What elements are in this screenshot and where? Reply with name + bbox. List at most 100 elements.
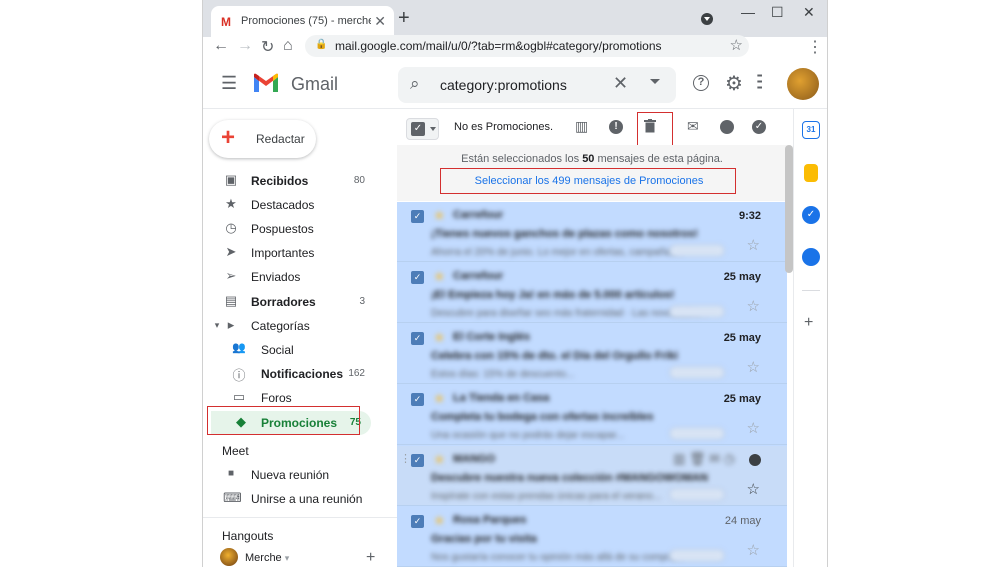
- compose-button[interactable]: + Redactar: [209, 120, 316, 158]
- action-toolbar: ✓ No es Promociones. ▥ ! ✉ ✓: [397, 109, 793, 146]
- gmail-logo-icon[interactable]: [253, 73, 279, 93]
- snooze-icon[interactable]: [749, 454, 761, 466]
- star-icon[interactable]: ★: [433, 390, 446, 407]
- bookmark-star-icon[interactable]: ☆: [730, 36, 743, 54]
- star-outline-icon[interactable]: ☆: [747, 236, 760, 254]
- gmail-header: ☰ Gmail ⌕ category:promotions ✕ ? ⚙ ⬝⬝⬝ ⬝…: [203, 59, 827, 109]
- nav-item-enviados[interactable]: ➢ Enviados: [203, 265, 387, 289]
- row-checkbox[interactable]: ✓: [411, 332, 424, 345]
- email-row[interactable]: ✓ ★ Carrefour ¡Tienes nuevos ganchos de …: [397, 202, 787, 262]
- minimize-button[interactable]: —: [741, 4, 755, 20]
- star-outline-icon[interactable]: ☆: [747, 358, 760, 376]
- select-all-conversations-link[interactable]: Seleccionar los 499 mensajes de Promocio…: [440, 168, 736, 194]
- row-checkbox[interactable]: ✓: [411, 515, 424, 528]
- nav-item-destacados[interactable]: ★ Destacados: [203, 193, 387, 217]
- hangouts-add-icon[interactable]: +: [366, 549, 375, 567]
- nav-item-categorias[interactable]: ▾ ▸ Categorías: [203, 314, 387, 338]
- select-dropdown-icon[interactable]: [430, 127, 436, 131]
- nav-label: Borradores: [251, 295, 316, 309]
- row-checkbox[interactable]: ✓: [411, 210, 424, 223]
- address-bar[interactable]: 🔒 mail.google.com/mail/u/0/?tab=rm&ogbl#…: [305, 35, 749, 57]
- email-date: 9:32: [738, 210, 761, 222]
- email-row-hovered[interactable]: ⋮⋮ ✓ ★ MANGO Descubre nuestra nueva cole…: [397, 446, 787, 506]
- close-window-button[interactable]: ✕: [803, 4, 815, 21]
- main-menu-icon[interactable]: ☰: [221, 73, 237, 94]
- promo-chip: [669, 427, 725, 440]
- keep-icon[interactable]: [804, 164, 818, 182]
- search-input[interactable]: category:promotions: [440, 77, 567, 93]
- nav-item-social[interactable]: 👥 Social: [203, 338, 387, 362]
- nav-item-importantes[interactable]: ➤ Importantes: [203, 241, 387, 265]
- settings-icon[interactable]: ⚙: [725, 71, 743, 96]
- caret-down-icon[interactable]: ▾: [285, 553, 290, 563]
- scrollbar-thumb[interactable]: [785, 145, 793, 273]
- row-checkbox[interactable]: ✓: [411, 271, 424, 284]
- browser-menu-icon[interactable]: ⋮: [807, 37, 823, 57]
- side-panel: 31 ✓ +: [793, 109, 827, 567]
- star-icon[interactable]: ★: [433, 268, 446, 285]
- row-hover-actions[interactable]: ▥ 🗑 ✉ ◷: [673, 451, 735, 467]
- not-promotions-button[interactable]: No es Promociones.: [454, 121, 553, 133]
- home-button[interactable]: ⌂: [283, 37, 293, 55]
- snooze-icon[interactable]: [720, 120, 734, 134]
- clear-search-icon[interactable]: ✕: [613, 73, 628, 94]
- email-row[interactable]: ✓ ★ Rosa Parques Gracias por tu visita N…: [397, 507, 787, 567]
- new-tab-button[interactable]: +: [398, 7, 410, 30]
- nav-label: Pospuestos: [251, 222, 314, 236]
- apps-grid-icon[interactable]: ⬝⬝⬝ ⬝⬝⬝ ⬝⬝⬝: [757, 71, 771, 92]
- get-addons-icon[interactable]: +: [804, 314, 813, 332]
- star-outline-icon[interactable]: ☆: [747, 480, 760, 498]
- star-outline-icon[interactable]: ☆: [747, 419, 760, 437]
- email-row[interactable]: ✓ ★ El Corte Inglés Celebra con 15% de d…: [397, 324, 787, 384]
- meet-label: Nueva reunión: [251, 468, 330, 482]
- nav-item-notificaciones[interactable]: ⓘ Notificaciones 162: [203, 362, 387, 386]
- hangouts-user-avatar[interactable]: [220, 548, 238, 566]
- gmail-wordmark[interactable]: Gmail: [291, 74, 338, 95]
- gmail-favicon-icon: M: [221, 15, 231, 29]
- row-checkbox[interactable]: ✓: [411, 393, 424, 406]
- tasks-icon[interactable]: ✓: [802, 206, 820, 224]
- url-text: mail.google.com/mail/u/0/?tab=rm&ogbl#ca…: [335, 39, 662, 53]
- select-all-checkbox[interactable]: ✓: [406, 118, 439, 140]
- maximize-button[interactable]: ☐: [771, 4, 784, 21]
- tab-search-icon[interactable]: [701, 13, 713, 25]
- nav-item-recibidos[interactable]: ▣ Recibidos 80: [203, 169, 387, 193]
- videocam-icon: ■: [227, 468, 235, 479]
- nav-item-borradores[interactable]: ▤ Borradores 3: [203, 290, 387, 314]
- search-bar[interactable]: ⌕ category:promotions ✕: [398, 67, 676, 103]
- star-icon[interactable]: ★: [433, 512, 446, 529]
- meet-new-meeting[interactable]: ■ Nueva reunión: [203, 463, 387, 487]
- people-icon: 👥: [232, 342, 246, 354]
- mark-as-read-icon[interactable]: ✉: [687, 118, 699, 135]
- back-button[interactable]: ←: [213, 37, 229, 55]
- email-snippet: Inspírate con estas prendas únicas para …: [431, 491, 662, 502]
- promociones-highlight-box: [207, 406, 360, 435]
- star-outline-icon[interactable]: ☆: [747, 541, 760, 559]
- reload-button[interactable]: ↻: [261, 37, 274, 57]
- forward-button[interactable]: →: [237, 37, 253, 55]
- star-icon[interactable]: ★: [433, 451, 446, 468]
- star-outline-icon[interactable]: ☆: [747, 297, 760, 315]
- row-checkbox[interactable]: ✓: [411, 454, 424, 467]
- archive-icon[interactable]: ▥: [575, 118, 588, 135]
- search-options-icon[interactable]: [650, 79, 660, 84]
- tab-close-icon[interactable]: ✕: [374, 13, 386, 30]
- important-icon: ➤: [225, 244, 237, 259]
- search-icon[interactable]: ⌕: [410, 74, 420, 94]
- account-avatar[interactable]: [787, 68, 819, 100]
- star-icon[interactable]: ★: [433, 329, 446, 346]
- email-row[interactable]: ✓ ★ La Tienda en Casa Completa tu bodega…: [397, 385, 787, 445]
- meet-join-meeting[interactable]: ⌨ Unirse a una reunión: [203, 487, 387, 511]
- divider: [203, 517, 397, 518]
- browser-tab[interactable]: M Promociones (75) - mercherome ✕: [211, 6, 394, 37]
- report-spam-icon[interactable]: !: [609, 120, 623, 134]
- contacts-icon[interactable]: [802, 248, 820, 266]
- nav-item-pospuestos[interactable]: ◷ Pospuestos: [203, 217, 387, 241]
- calendar-icon[interactable]: 31: [802, 121, 820, 139]
- help-icon[interactable]: ?: [693, 75, 709, 91]
- email-row[interactable]: ✓ ★ Carrefour ¡El Empieza hoy Ja! en más…: [397, 263, 787, 323]
- star-icon[interactable]: ★: [433, 207, 446, 224]
- main-pane: ✓ No es Promociones. ▥ ! ✉ ✓ Están selec…: [397, 109, 793, 567]
- add-to-tasks-icon[interactable]: ✓: [752, 120, 766, 134]
- hangouts-user-name[interactable]: Merche ▾: [245, 552, 289, 564]
